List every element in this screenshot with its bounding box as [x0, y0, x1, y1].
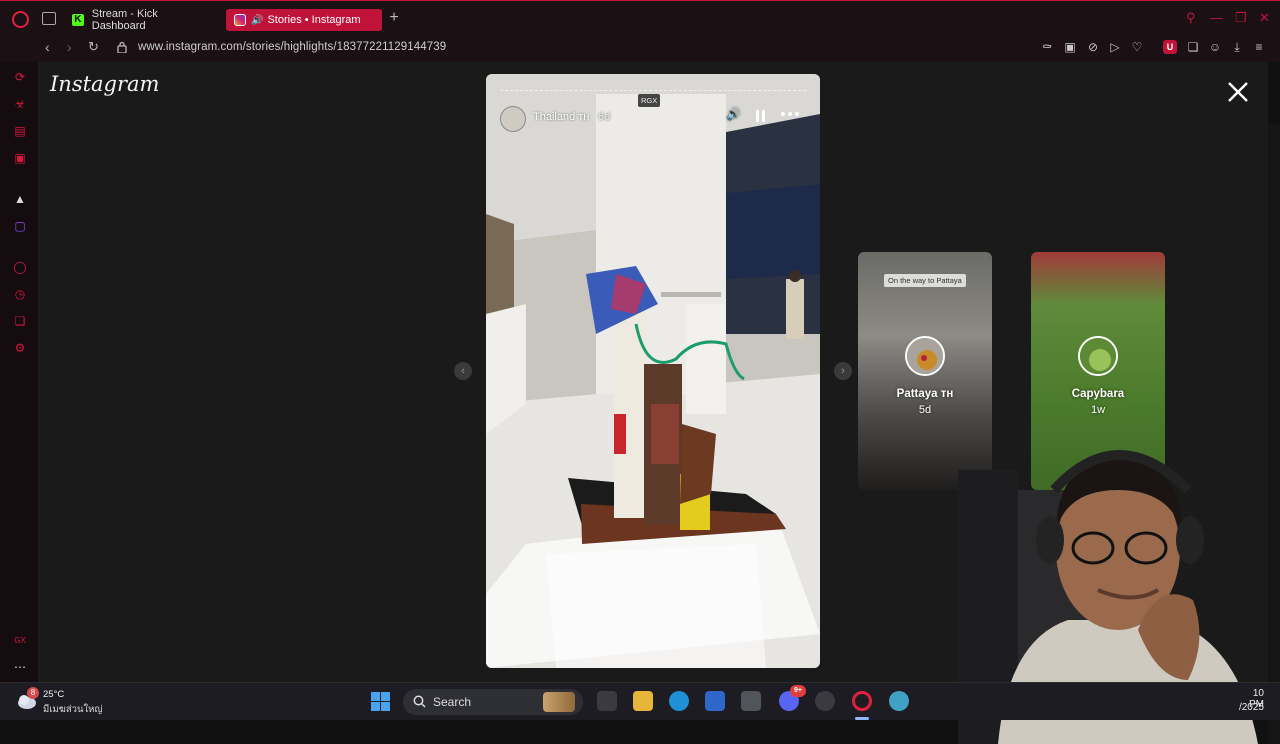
- pin-icon[interactable]: ⚰: [1040, 40, 1054, 54]
- tab-kick-dashboard[interactable]: K Stream - Kick Dashboard: [64, 8, 220, 32]
- search-tabs-icon[interactable]: ⚲: [1186, 10, 1196, 26]
- more-sidebar-icon[interactable]: ⋯: [13, 660, 27, 674]
- next-story-icon[interactable]: ›: [834, 362, 852, 380]
- instagram-stories-page: Instagram ‹ › RGX Thailand ᴛʜ 6d 🔊 On th…: [38, 62, 1280, 744]
- tab-manager-icon[interactable]: [42, 12, 56, 25]
- more-options-icon[interactable]: [781, 109, 799, 116]
- downloads-icon[interactable]: ⤓: [1230, 40, 1244, 54]
- story-progress-bar: [500, 90, 806, 92]
- tab-label: Stream - Kick Dashboard: [91, 8, 158, 32]
- restore-icon[interactable]: ❐: [1235, 10, 1247, 26]
- previous-story-icon[interactable]: ‹: [454, 362, 472, 380]
- messenger-icon[interactable]: ▣: [13, 151, 27, 165]
- preview-caption: On the way to Pattaya: [884, 274, 966, 287]
- story-avatar[interactable]: [500, 106, 526, 132]
- address-bar: ‹ › ↻ www.instagram.com/stories/highligh…: [0, 36, 1280, 62]
- gx-icon[interactable]: GX: [13, 634, 27, 648]
- instagram-logo[interactable]: Instagram: [50, 72, 159, 96]
- tab-instagram-stories[interactable]: 🔊 Stories • Instagram: [226, 9, 382, 31]
- gx-control-icon[interactable]: ☣: [13, 97, 27, 111]
- taskbar-search[interactable]: Search: [403, 689, 583, 715]
- preview-time: 1w: [1090, 404, 1106, 416]
- preview-time: 5d: [918, 404, 932, 416]
- taskbar-date[interactable]: /2025: [1236, 702, 1264, 713]
- opera-sidebar: ⟳ ☣ ▤ ▣ ▲ ▢ ◯ ◷ ❏ ⚙ GX ⋯: [0, 62, 38, 682]
- favorites-icon[interactable]: ♡: [1130, 40, 1144, 54]
- news-icon[interactable]: ▤: [13, 124, 27, 138]
- opera-logo-icon[interactable]: [12, 11, 29, 28]
- search-icon: [413, 695, 426, 708]
- back-icon[interactable]: ‹: [45, 39, 50, 55]
- opera-gx-taskbar-icon[interactable]: [852, 691, 872, 711]
- preview-name: Capybara: [1071, 388, 1125, 400]
- mute-icon[interactable]: 🔊: [726, 107, 741, 127]
- app-icon[interactable]: [741, 691, 761, 711]
- tab-label: Stories • Instagram: [267, 14, 361, 26]
- story-viewer[interactable]: RGX Thailand ᴛʜ 6d 🔊: [486, 74, 820, 668]
- url-field[interactable]: www.instagram.com/stories/highlights/183…: [138, 41, 446, 53]
- gx-corner-icon[interactable]: ⟳: [13, 70, 27, 84]
- player-icon[interactable]: ▷: [1108, 40, 1122, 54]
- kick-icon: K: [72, 14, 84, 26]
- extensions-icon[interactable]: ❏: [1186, 40, 1200, 54]
- adblock-icon[interactable]: ⊘: [1086, 40, 1100, 54]
- close-window-icon[interactable]: ✕: [1259, 10, 1270, 26]
- speaker-icon[interactable]: 🔊: [251, 15, 263, 26]
- weather-temperature[interactable]: 25°C: [43, 689, 64, 700]
- extensions-sidebar-icon[interactable]: ❏: [13, 314, 27, 328]
- store-icon[interactable]: [705, 691, 725, 711]
- weather-condition[interactable]: มีเมฆส่วนใหญ่: [43, 702, 102, 717]
- close-icon[interactable]: [1226, 80, 1250, 104]
- profile-icon[interactable]: ☺: [1208, 40, 1222, 54]
- story-username[interactable]: Thailand ᴛʜ: [533, 111, 589, 123]
- task-view-icon[interactable]: [597, 691, 617, 711]
- instagram-icon: [234, 14, 246, 26]
- discord-badge: 9+: [790, 685, 806, 697]
- edge-icon[interactable]: [669, 691, 689, 711]
- search-highlight-image: [543, 692, 575, 712]
- maps-icon[interactable]: [889, 691, 909, 711]
- lock-icon: [117, 41, 127, 53]
- ublock-icon[interactable]: U: [1163, 40, 1177, 54]
- player-sidebar-icon[interactable]: ◯: [13, 260, 27, 274]
- reload-icon[interactable]: ↻: [88, 39, 99, 55]
- obs-icon[interactable]: [815, 691, 835, 711]
- kick-sidebar-icon[interactable]: ▲: [13, 192, 27, 206]
- windows-start-icon[interactable]: [371, 692, 390, 711]
- page-scrollbar[interactable]: [1268, 124, 1280, 744]
- snapshot-icon[interactable]: ▣: [1063, 40, 1077, 54]
- windows-taskbar: 8 25°C มีเมฆส่วนใหญ่ Search 9+ 10 PM /20…: [0, 682, 1280, 720]
- forward-icon[interactable]: ›: [67, 39, 72, 55]
- browser-titlebar: K Stream - Kick Dashboard 🔊 Stories • In…: [0, 0, 1280, 36]
- story-image: [486, 74, 820, 668]
- pause-icon[interactable]: [756, 110, 766, 122]
- story-timestamp: 6d: [598, 111, 611, 123]
- new-tab-icon[interactable]: +: [386, 10, 402, 27]
- search-label: Search: [433, 695, 472, 709]
- preview-avatar: [905, 336, 945, 376]
- weather-badge: 8: [27, 687, 39, 699]
- preview-name: Pattaya ᴛʜ: [896, 388, 954, 400]
- history-icon[interactable]: ◷: [13, 287, 27, 301]
- menu-icon[interactable]: ≡: [1252, 40, 1266, 54]
- preview-avatar: [1078, 336, 1118, 376]
- settings-icon[interactable]: ⚙: [13, 341, 27, 355]
- minimize-icon[interactable]: —: [1210, 10, 1223, 25]
- twitch-icon[interactable]: ▢: [13, 219, 27, 233]
- file-explorer-icon[interactable]: [633, 691, 653, 711]
- story-badge: RGX: [638, 94, 661, 107]
